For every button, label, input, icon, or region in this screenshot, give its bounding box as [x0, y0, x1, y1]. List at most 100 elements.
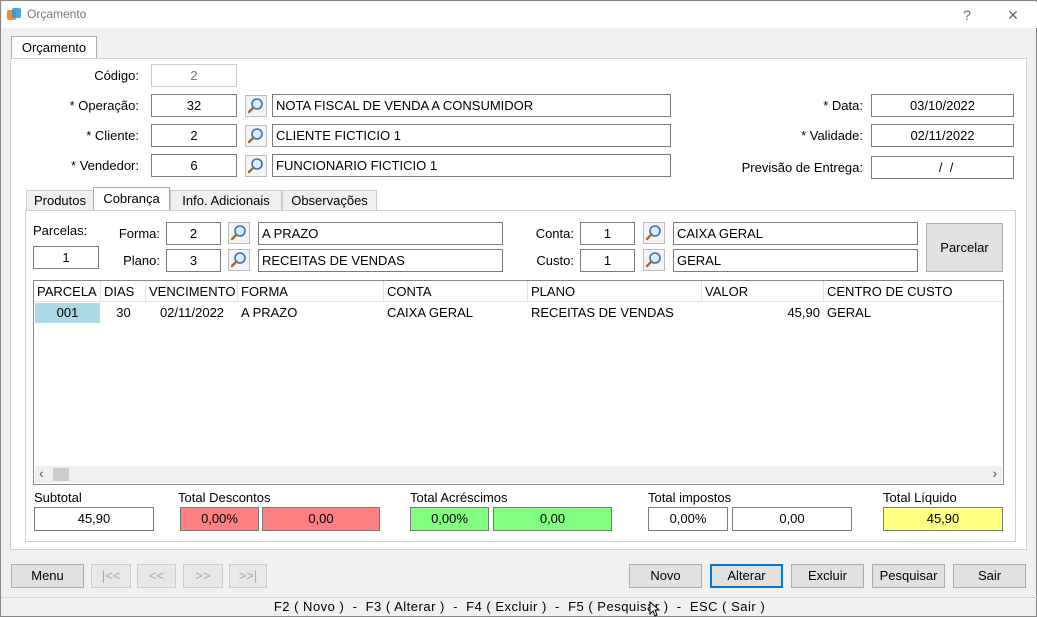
magnifier-icon	[247, 98, 263, 114]
magnifier-icon	[247, 128, 263, 144]
operacao-code-field[interactable]: 32	[151, 94, 237, 117]
forma-desc-field[interactable]: A PRAZO	[258, 222, 503, 245]
first-record-button[interactable]: |<<	[91, 564, 131, 588]
grid-header-conta[interactable]: CONTA	[384, 281, 528, 302]
plano-search-button[interactable]	[228, 249, 250, 271]
grid-cell-parcela[interactable]: 001	[35, 303, 100, 323]
conta-code-field[interactable]: 1	[580, 222, 635, 245]
grid-header-vencimento[interactable]: VENCIMENTO	[146, 281, 238, 302]
grid-header-plano[interactable]: PLANO	[528, 281, 702, 302]
menu-button[interactable]: Menu	[11, 564, 84, 588]
cliente-search-button[interactable]	[245, 125, 267, 147]
custo-code-field[interactable]: 1	[580, 249, 635, 272]
horizontal-scrollbar[interactable]: ‹ ›	[35, 465, 1002, 483]
vendedor-desc-field[interactable]: FUNCIONARIO FICTICIO 1	[272, 154, 671, 177]
help-button[interactable]: ?	[952, 4, 982, 26]
scroll-right-icon[interactable]: ›	[992, 465, 997, 481]
cliente-label: * Cliente:	[86, 128, 139, 143]
acrescimos-pct-field: 0,00%	[410, 507, 489, 531]
operacao-search-button[interactable]	[245, 95, 267, 117]
validade-field[interactable]: 02/11/2022	[871, 124, 1014, 147]
magnifier-icon	[230, 252, 246, 268]
impostos-val-field: 0,00	[732, 507, 852, 531]
window-title: Orçamento	[27, 7, 87, 21]
grid-cell-forma[interactable]: A PRAZO	[238, 303, 384, 323]
codigo-field[interactable]: 2	[151, 64, 237, 87]
codigo-label: Código:	[94, 68, 139, 83]
liquido-field: 45,90	[883, 507, 1003, 531]
grid-cell-centro-de-custo[interactable]: GERAL	[824, 303, 1003, 323]
grid-header-parcela[interactable]: PARCELA	[34, 281, 101, 302]
tab-orcamento[interactable]: Orçamento	[11, 36, 97, 59]
grid-cell-conta[interactable]: CAIXA GERAL	[384, 303, 528, 323]
forma-label: Forma:	[118, 226, 160, 241]
conta-label: Conta:	[535, 226, 574, 241]
forma-code-field[interactable]: 2	[166, 222, 221, 245]
operacao-desc-field[interactable]: NOTA FISCAL DE VENDA A CONSUMIDOR	[272, 94, 671, 117]
cliente-desc-field[interactable]: CLIENTE FICTICIO 1	[272, 124, 671, 147]
magnifier-icon	[645, 252, 661, 268]
vendedor-label: * Vendedor:	[71, 158, 139, 173]
shortcuts-bar: F2 ( Novo ) - F3 ( Alterar ) - F4 ( Excl…	[273, 599, 766, 614]
grid-cell-plano[interactable]: RECEITAS DE VENDAS	[528, 303, 702, 323]
acrescimos-label: Total Acréscimos	[410, 490, 508, 505]
magnifier-icon	[230, 225, 246, 241]
acrescimos-val-field: 0,00	[493, 507, 612, 531]
status-divider	[1, 597, 1037, 598]
grid-header-valor[interactable]: VALOR	[702, 281, 824, 302]
scrollbar-thumb[interactable]	[53, 468, 69, 481]
data-field[interactable]: 03/10/2022	[871, 94, 1014, 117]
conta-search-button[interactable]	[643, 222, 665, 244]
custo-label: Custo:	[536, 253, 574, 268]
descontos-val-field: 0,00	[262, 507, 380, 531]
vendedor-code-field[interactable]: 6	[151, 154, 237, 177]
prev-record-button[interactable]: <<	[137, 564, 176, 588]
custo-search-button[interactable]	[643, 249, 665, 271]
next-record-button[interactable]: >>	[183, 564, 223, 588]
cliente-code-field[interactable]: 2	[151, 124, 237, 147]
sair-button[interactable]: Sair	[953, 564, 1026, 588]
impostos-label: Total impostos	[648, 490, 732, 505]
subtotal-field: 45,90	[34, 507, 154, 531]
plano-desc-field[interactable]: RECEITAS DE VENDAS	[258, 249, 503, 272]
magnifier-icon	[645, 225, 661, 241]
descontos-label: Total Descontos	[178, 490, 271, 505]
plano-code-field[interactable]: 3	[166, 249, 221, 272]
excluir-button[interactable]: Excluir	[791, 564, 864, 588]
tab-produtos[interactable]: Produtos	[26, 190, 94, 210]
tab-observacoes[interactable]: Observações	[282, 190, 377, 210]
grid-cell-valor[interactable]: 45,90	[702, 303, 822, 323]
app-logo-icon	[7, 8, 21, 20]
parcelas-grid: PARCELA DIAS VENCIMENTO FORMA CONTA PLAN…	[33, 280, 1004, 485]
subtotal-label: Subtotal	[34, 490, 82, 505]
custo-desc-field[interactable]: GERAL	[673, 249, 918, 272]
grid-cell-dias[interactable]: 30	[101, 303, 146, 323]
grid-header-centro-de-custo[interactable]: CENTRO DE CUSTO	[824, 281, 1003, 302]
pesquisar-button[interactable]: Pesquisar	[872, 564, 945, 588]
alterar-button[interactable]: Alterar	[710, 564, 783, 588]
grid-cell-vencimento[interactable]: 02/11/2022	[146, 303, 238, 323]
plano-label: Plano:	[123, 253, 160, 268]
previsao-field[interactable]: / /	[871, 156, 1014, 179]
vendedor-search-button[interactable]	[245, 155, 267, 177]
liquido-label: Total Líquido	[883, 490, 957, 505]
last-record-button[interactable]: >>|	[229, 564, 267, 588]
tab-info-adicionais[interactable]: Info. Adicionais	[170, 190, 282, 210]
tab-cobranca[interactable]: Cobrança	[93, 187, 170, 211]
mouse-cursor-icon	[649, 601, 661, 617]
parcelas-label: Parcelas:	[33, 223, 88, 238]
previsao-label: Previsão de Entrega:	[741, 160, 863, 175]
impostos-pct-field: 0,00%	[648, 507, 728, 531]
novo-button[interactable]: Novo	[629, 564, 702, 588]
operacao-label: * Operação:	[69, 98, 139, 113]
conta-desc-field[interactable]: CAIXA GERAL	[673, 222, 918, 245]
parcelas-field[interactable]: 1	[33, 246, 99, 269]
grid-header-dias[interactable]: DIAS	[101, 281, 146, 302]
scroll-left-icon[interactable]: ‹	[39, 465, 44, 481]
parcelar-button[interactable]: Parcelar	[926, 223, 1003, 272]
data-label: * Data:	[823, 98, 863, 113]
close-window-button[interactable]: ✕	[998, 4, 1028, 26]
forma-search-button[interactable]	[228, 222, 250, 244]
magnifier-icon	[247, 158, 263, 174]
grid-header-forma[interactable]: FORMA	[238, 281, 384, 302]
